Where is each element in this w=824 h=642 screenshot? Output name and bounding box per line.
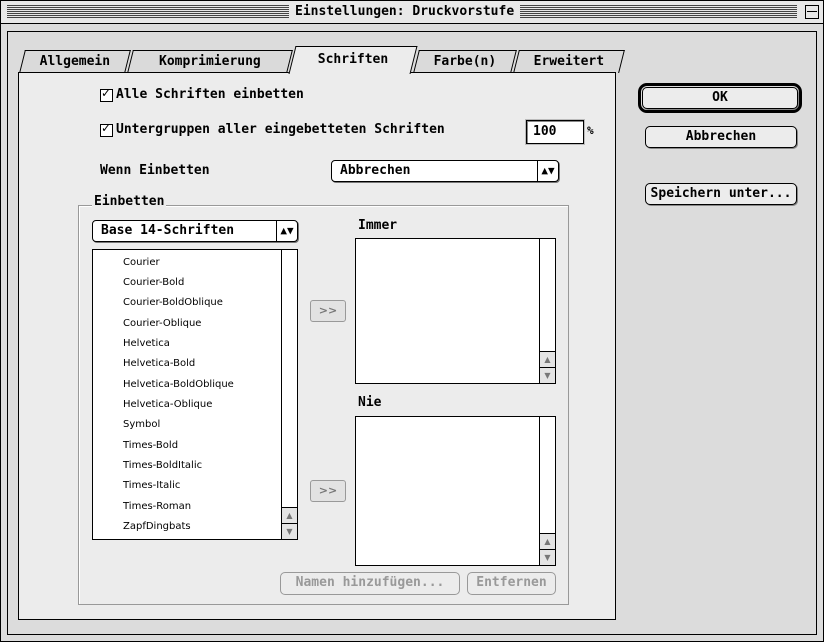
up-arrow-icon[interactable]: ▲ [540,351,555,367]
embed-all-label[interactable]: Alle Schriften einbetten [116,87,304,103]
never-scrollbar[interactable]: ▲ ▼ [539,417,555,565]
list-item[interactable]: Courier-Bold [123,277,184,289]
add-to-never-button[interactable]: >> [310,480,346,502]
list-item[interactable]: Times-Roman [123,501,191,513]
list-item[interactable]: Helvetica [123,338,170,350]
never-embed-label: Nie [358,395,382,410]
collapse-box-icon[interactable] [805,5,819,19]
always-embed-label: Immer [358,218,398,233]
add-names-button[interactable]: Namen hinzufügen... [280,572,460,595]
remove-button[interactable]: Entfernen [467,572,556,595]
list-item[interactable]: Times-Bold [123,440,178,452]
list-item[interactable]: Times-Italic [123,480,180,492]
window-title: Einstellungen: Druckvorstufe [289,3,521,21]
tab-farben[interactable]: Farbe(n) [413,50,517,73]
font-source-popup[interactable]: Base 14-Schriften ▲▼ [92,220,298,242]
up-down-arrows-icon: ▲▼ [537,161,558,181]
available-fonts-list[interactable]: Courier Courier-Bold Courier-BoldOblique… [92,249,298,540]
tab-erweitert[interactable]: Erweitert [513,50,625,73]
down-arrow-icon[interactable]: ▼ [540,549,555,565]
when-embed-popup[interactable]: Abbrechen ▲▼ [331,160,559,182]
fonts-scrollbar[interactable]: ▲ ▼ [281,250,297,539]
down-arrow-icon[interactable]: ▼ [540,367,555,383]
subset-all-checkbox[interactable] [100,121,113,137]
list-item[interactable]: Courier-Oblique [123,318,201,330]
tab-allgemein[interactable]: Allgemein [19,50,131,73]
percent-unit: % [587,124,594,137]
list-item[interactable]: Courier-BoldOblique [123,297,223,309]
up-arrow-icon[interactable]: ▲ [282,507,297,523]
ok-button[interactable]: OK [638,83,802,113]
add-to-always-button[interactable]: >> [310,300,346,322]
tab-komprimierung[interactable]: Komprimierung [127,50,293,73]
down-arrow-icon[interactable]: ▼ [282,523,297,539]
cancel-button[interactable]: Abbrechen [645,126,797,148]
list-item[interactable]: Helvetica-Oblique [123,399,212,411]
list-item[interactable]: Helvetica-BoldOblique [123,379,234,391]
list-item[interactable]: ZapfDingbats [123,521,191,533]
up-arrow-icon[interactable]: ▲ [540,533,555,549]
never-embed-list[interactable]: ▲ ▼ [355,416,556,566]
list-item[interactable]: Courier [123,257,160,269]
embed-group-title: Einbetten [92,194,167,210]
always-embed-list[interactable]: ▲ ▼ [355,238,556,384]
list-item[interactable]: Times-BoldItalic [123,460,202,472]
save-as-button[interactable]: Speichern unter... [645,183,797,205]
when-embed-label: Wenn Einbetten [100,163,210,178]
up-down-arrows-icon: ▲▼ [276,221,297,241]
list-item[interactable]: Symbol [123,419,160,431]
list-item[interactable]: Helvetica-Bold [123,358,195,370]
subset-percent-field[interactable]: 100 [526,120,584,144]
title-bar[interactable]: Einstellungen: Druckvorstufe [1,1,823,24]
tab-schriften[interactable]: Schriften [288,46,418,74]
always-scrollbar[interactable]: ▲ ▼ [539,239,555,383]
subset-all-label[interactable]: Untergruppen aller eingebetteten Schrift… [116,122,445,138]
embed-all-checkbox[interactable] [100,86,113,102]
